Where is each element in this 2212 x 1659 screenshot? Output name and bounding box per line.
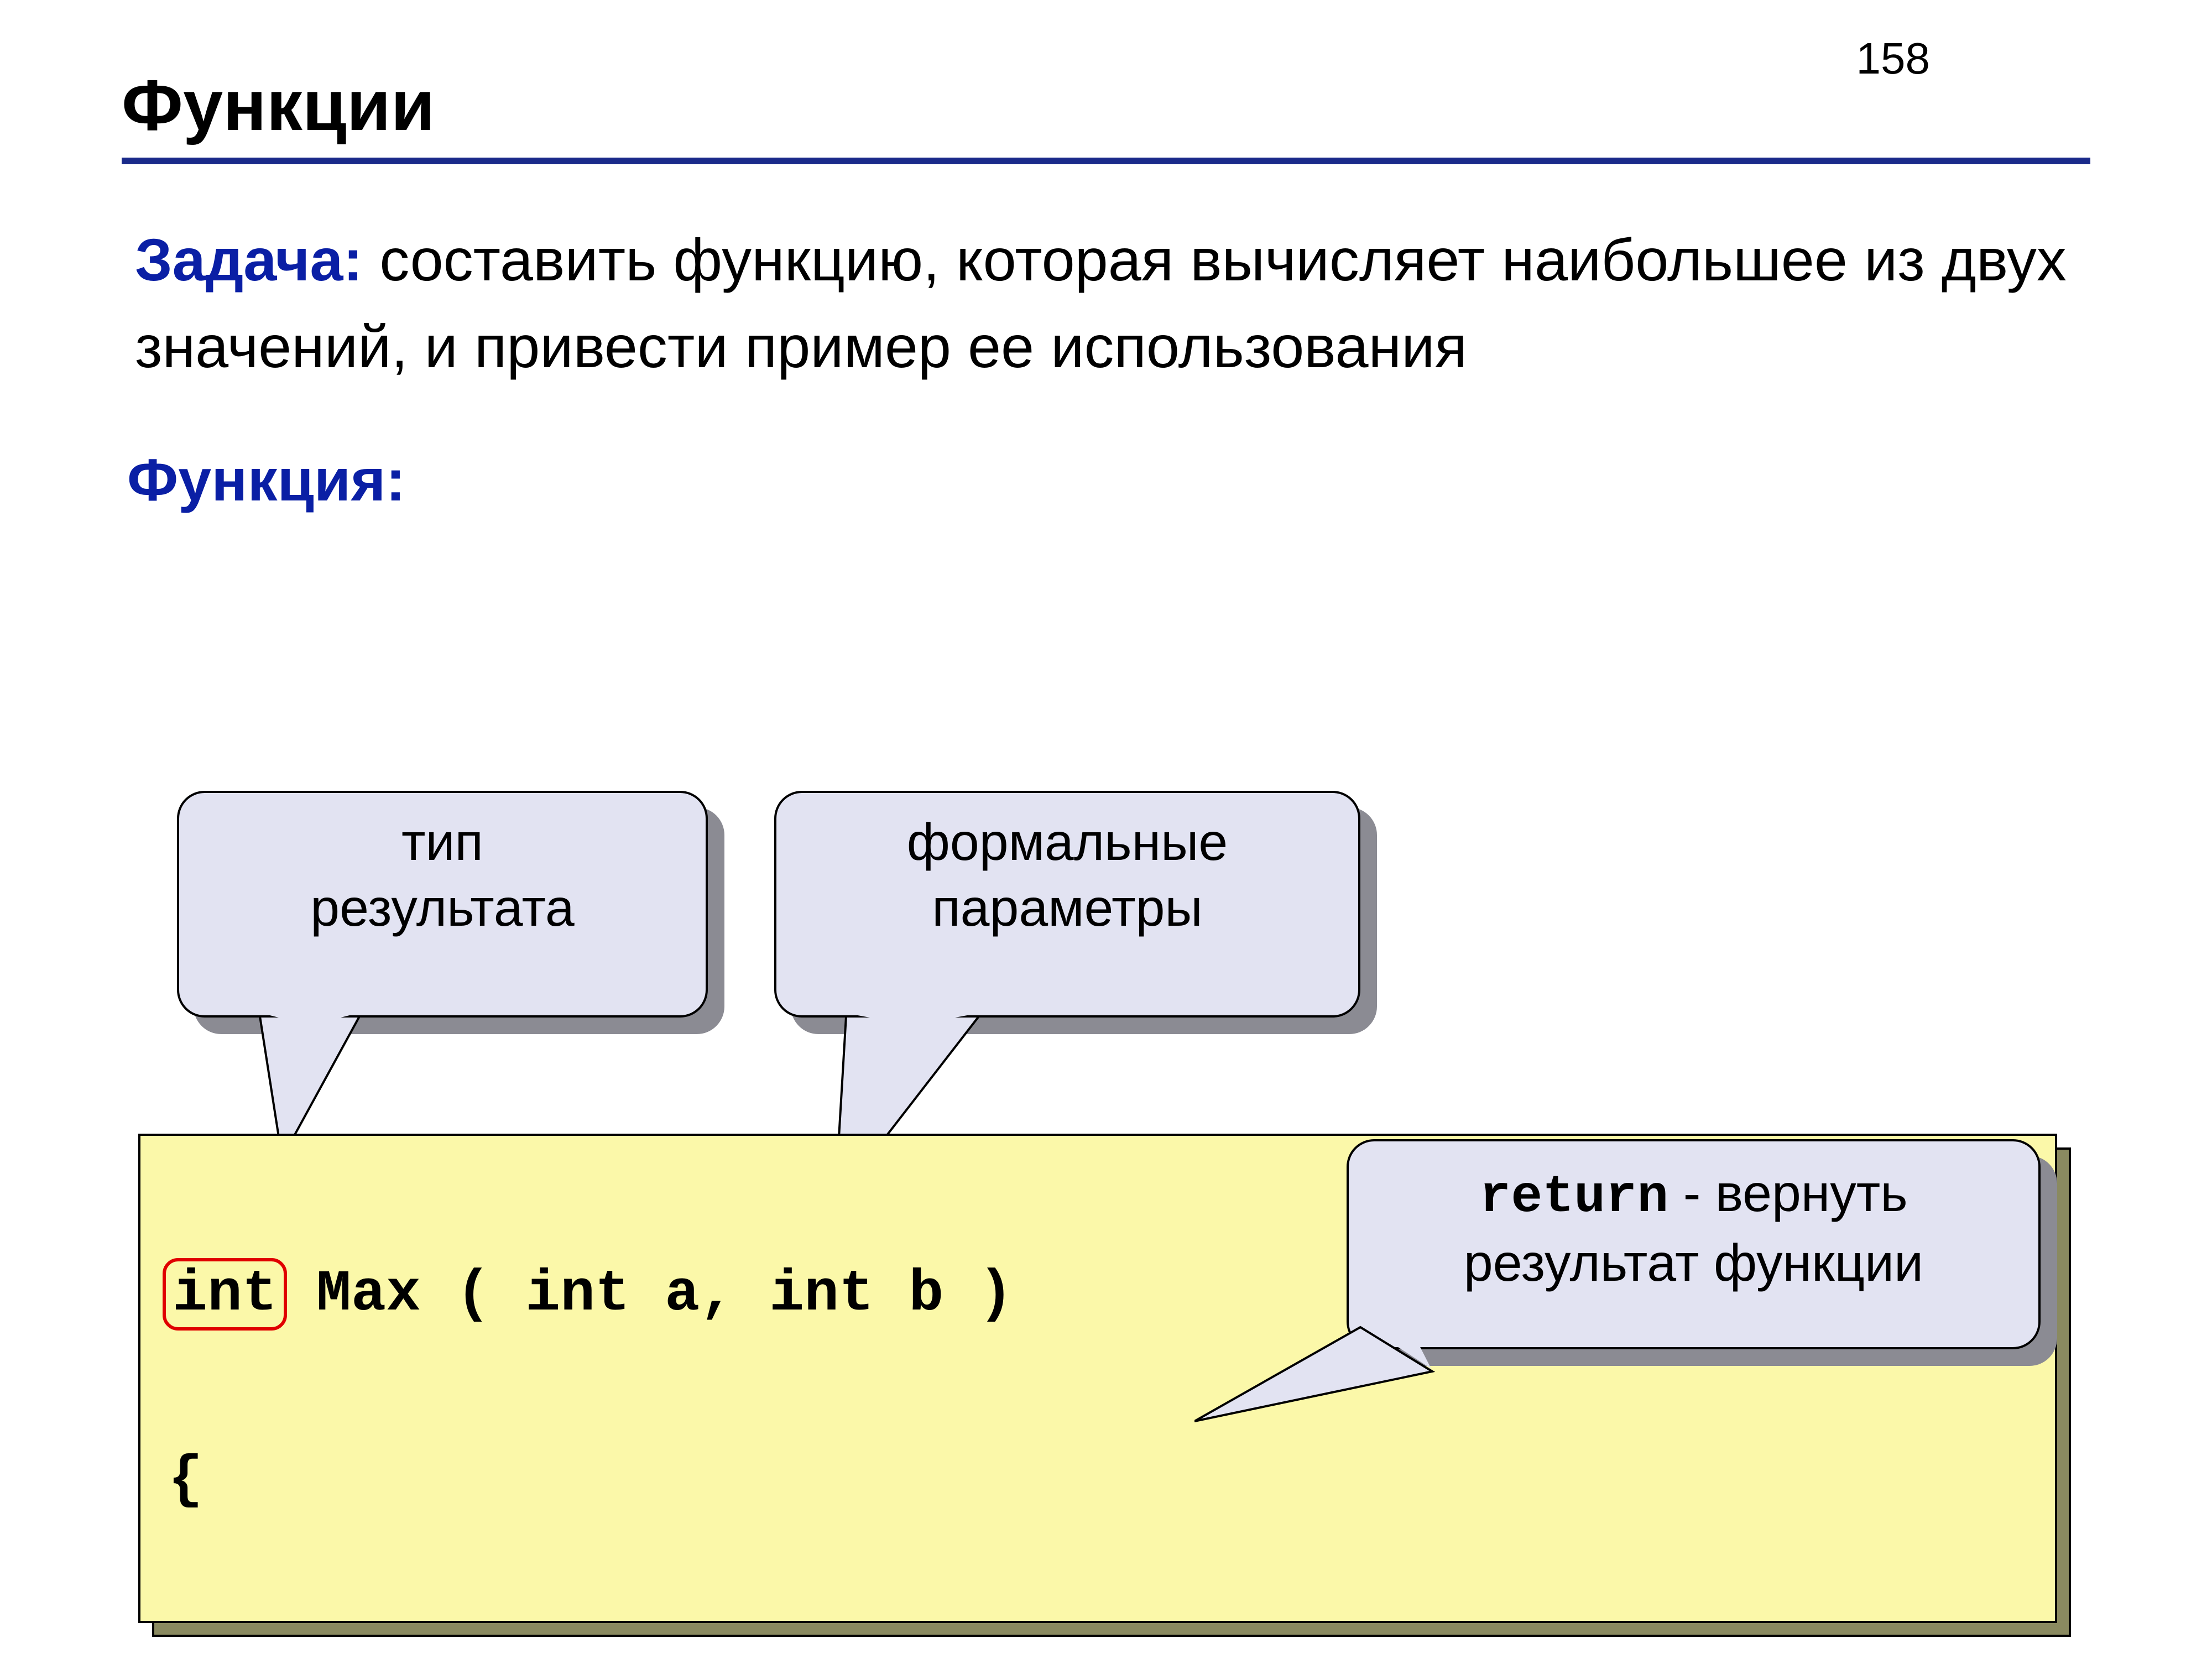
- slide-title: Функции: [122, 64, 2090, 164]
- code-line-if: if ( a > b ) return a ;: [168, 1620, 2027, 1623]
- callout-tail: [1194, 1316, 1449, 1427]
- task-block: Задача: составить функцию, которая вычис…: [122, 217, 2090, 390]
- function-label: Функция:: [122, 445, 2090, 514]
- highlight-int: int: [163, 1258, 287, 1331]
- callout-return: return - вернуть результат функции: [1347, 1139, 2041, 1349]
- code-line-brace-open: {: [168, 1434, 2027, 1527]
- task-text: составить функцию, которая вычисляет наи…: [135, 226, 2067, 380]
- callout-formal-params: формальные параметры: [774, 791, 1360, 1018]
- callout-result-type: тип результата: [177, 791, 708, 1018]
- page-number: 158: [1856, 33, 1930, 84]
- callout-return-code: return: [1479, 1167, 1668, 1227]
- task-label: Задача:: [135, 226, 363, 293]
- code-sig-rest: Max ( int a, int b ): [281, 1261, 1013, 1327]
